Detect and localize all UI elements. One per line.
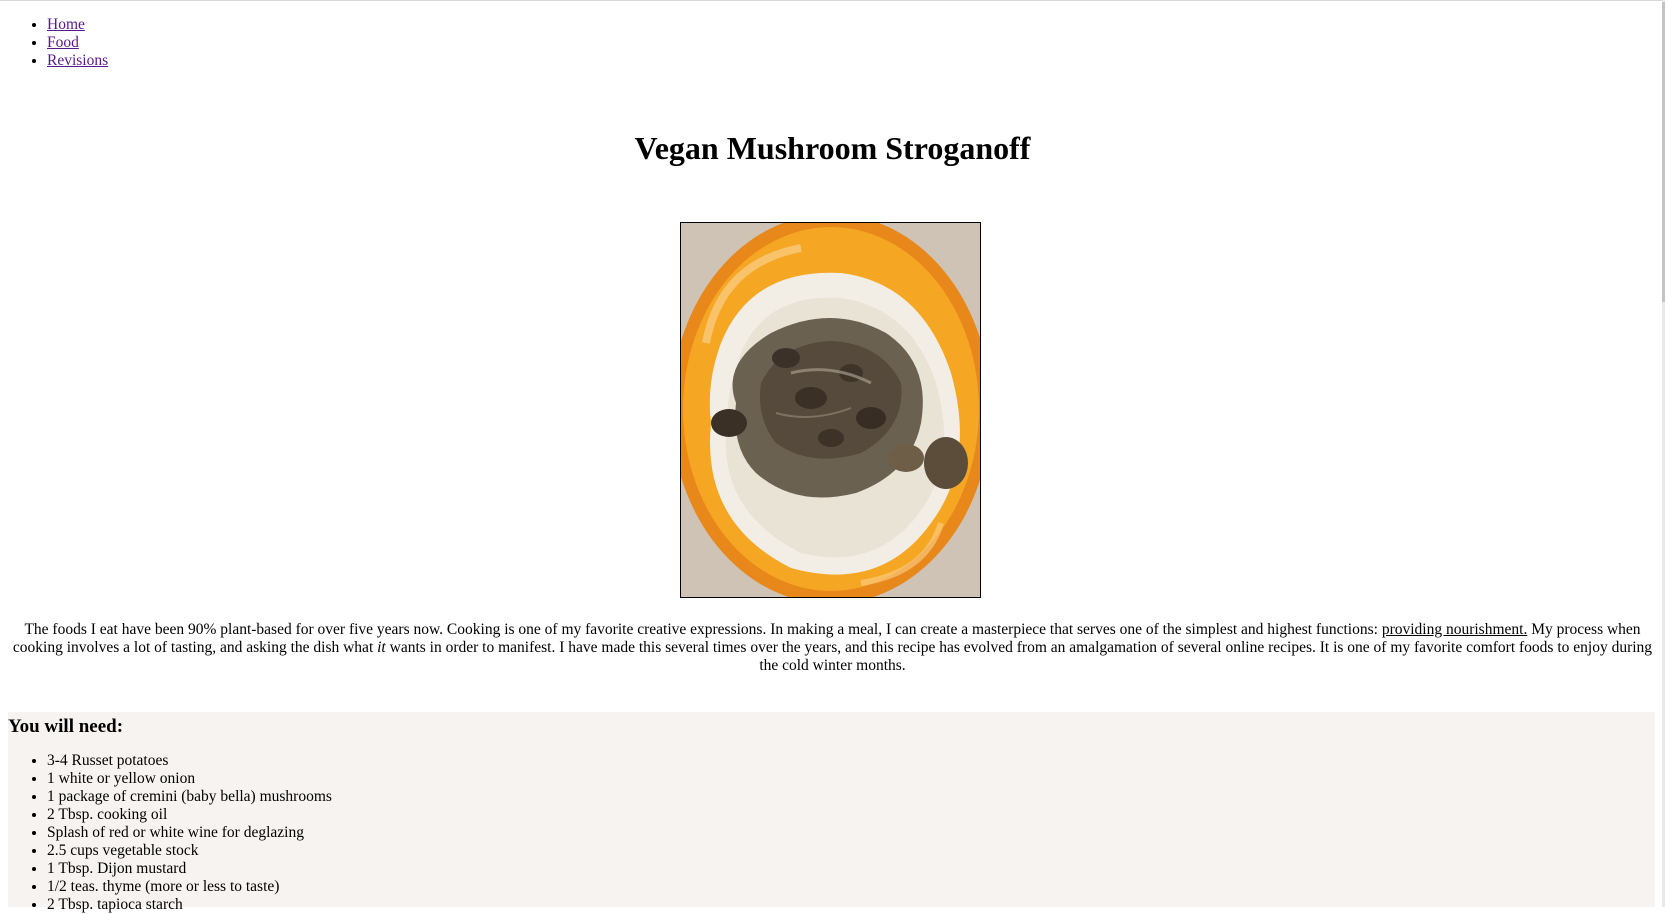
intro-italic-it: it	[377, 639, 386, 656]
nav-item-food: Food	[47, 34, 108, 52]
ingredient-item: 2 Tbsp. cooking oil	[47, 806, 332, 824]
intro-text-end: wants in order to manifest. I have made …	[385, 639, 1653, 674]
nav-item-home: Home	[47, 16, 108, 34]
ingredient-item: 1/2 teas. thyme (more or less to taste)	[47, 878, 332, 896]
nav-link-revisions[interactable]: Revisions	[47, 52, 108, 69]
nourishment-link[interactable]: providing nourishment.	[1382, 621, 1528, 638]
ingredient-item: 3-4 Russet potatoes	[47, 752, 332, 770]
nav-list: Home Food Revisions	[0, 16, 108, 70]
ingredients-heading: You will need:	[8, 716, 124, 737]
ingredient-item: 1 white or yellow onion	[47, 770, 332, 788]
intro-text-start: The foods I eat have been 90% plant-base…	[24, 621, 1382, 638]
nav-link-home[interactable]: Home	[47, 16, 85, 33]
ingredient-item: Splash of red or white wine for deglazin…	[47, 824, 332, 842]
ingredients-list: 3-4 Russet potatoes 1 white or yellow on…	[8, 752, 332, 914]
nav-link-food[interactable]: Food	[47, 34, 79, 51]
ingredient-item: 1 Tbsp. Dijon mustard	[47, 860, 332, 878]
stroganoff-photo	[680, 222, 981, 598]
ingredient-item: 2.5 cups vegetable stock	[47, 842, 332, 860]
top-border	[0, 0, 1665, 1]
nav-item-revisions: Revisions	[47, 52, 108, 70]
ingredient-item: 2 Tbsp. tapioca starch	[47, 896, 332, 914]
ingredients-section: You will need: 3-4 Russet potatoes 1 whi…	[8, 712, 1655, 913]
intro-paragraph: The foods I eat have been 90% plant-base…	[8, 621, 1657, 675]
page-title: Vegan Mushroom Stroganoff	[634, 130, 1031, 166]
ingredient-item: 1 package of cremini (baby bella) mushro…	[47, 788, 332, 806]
